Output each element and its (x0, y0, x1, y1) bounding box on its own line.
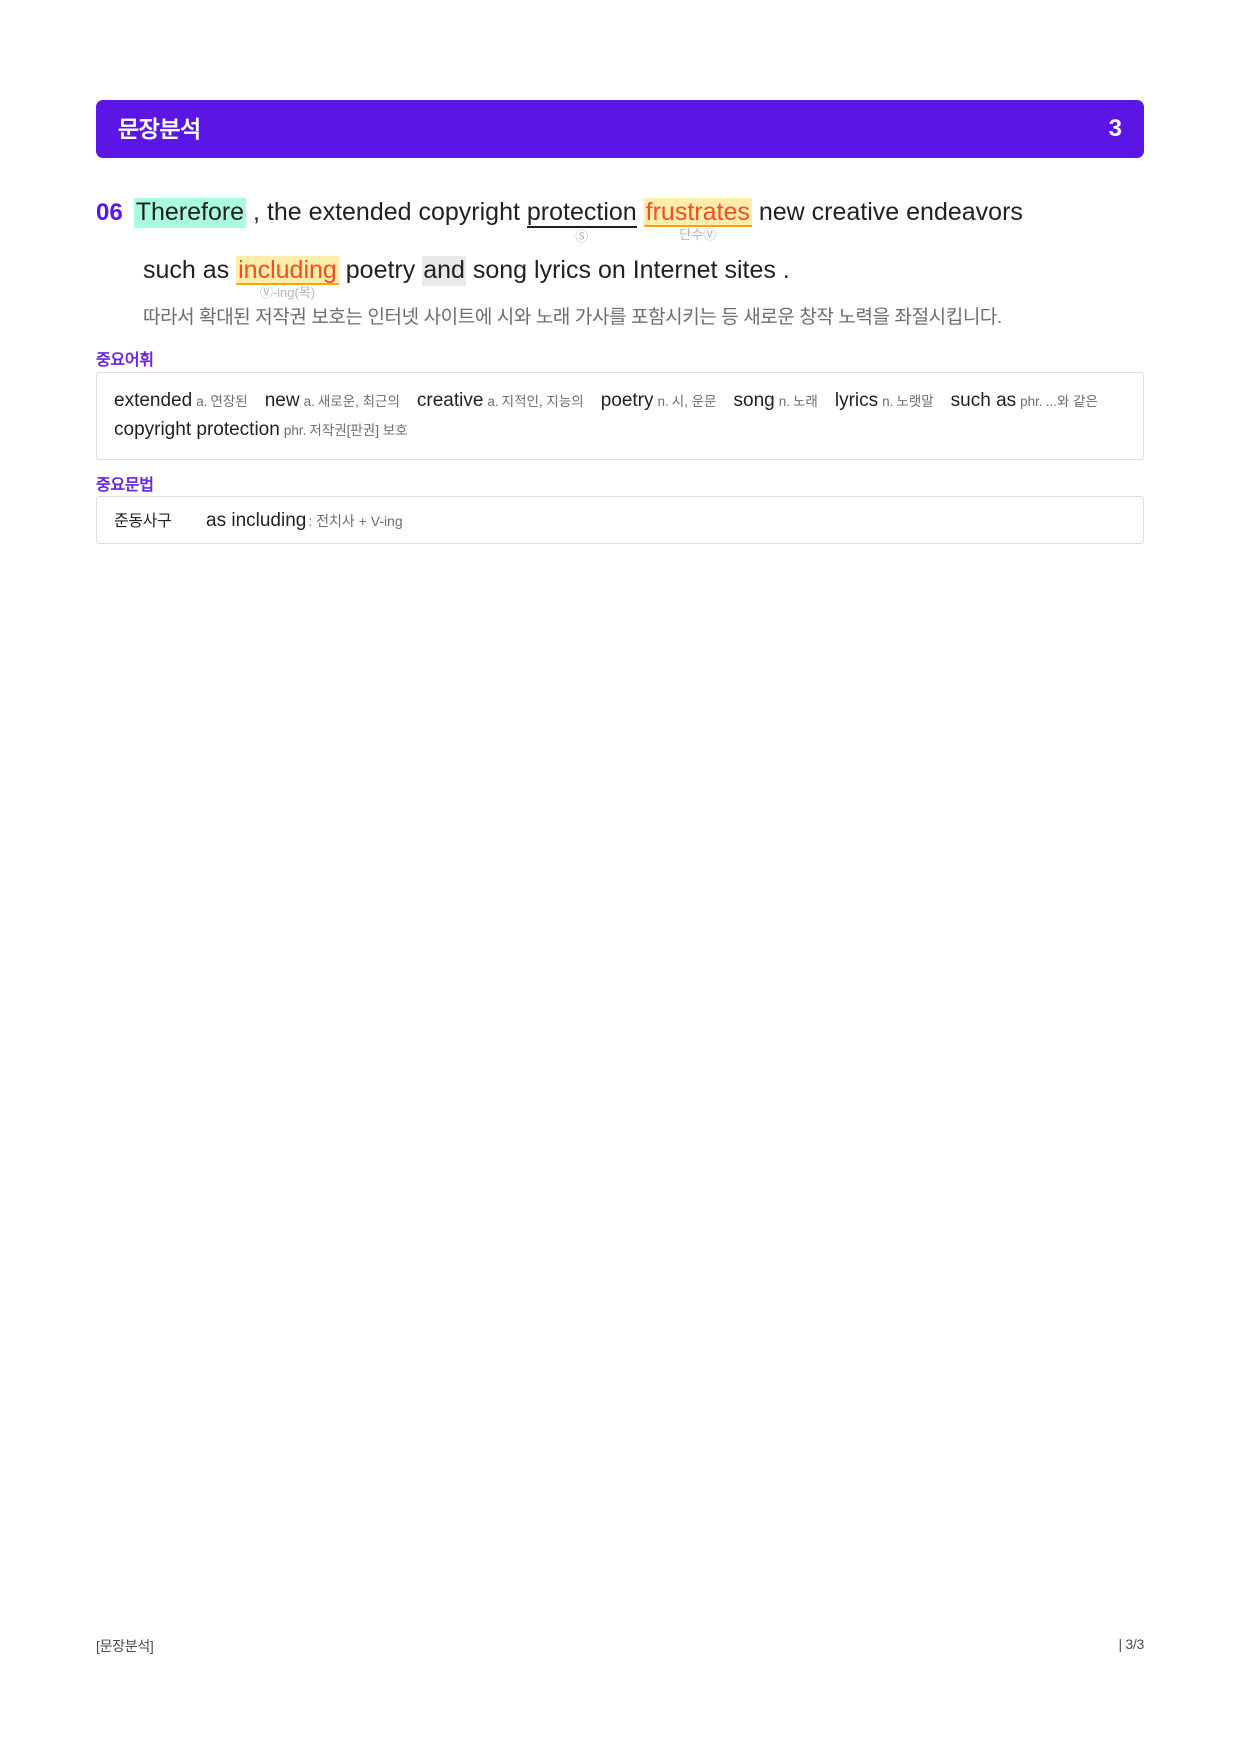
vocabulary-section-label: 중요어휘 (96, 352, 154, 369)
token-comma: , (253, 198, 260, 226)
vocab-pos: n. (657, 394, 669, 409)
annotation-ving-object: Ⓥ-ing(목) (259, 285, 316, 300)
vocab-definition: ...와 같은 (1045, 394, 1098, 409)
token-period: . (782, 256, 790, 284)
token-such: such (143, 256, 196, 284)
vocab-item: such as phr. ...와 같은 (951, 386, 1098, 415)
token-frustrates: frustrates 단수Ⓥ (643, 198, 752, 242)
vocab-pos: phr. (283, 423, 307, 439)
vocab-definition: 연장된 (210, 394, 248, 409)
vocab-definition: 시, 운문 (671, 394, 717, 409)
vocab-term: creative (416, 390, 484, 411)
grammar-panel: 준동사구 as including : 전치사 + V-ing (96, 496, 1144, 544)
vocab-term: extended (114, 390, 193, 411)
vocab-item: new a. 새로운, 최근의 (265, 386, 400, 415)
grammar-section-label: 중요문법 (96, 477, 154, 494)
grammar-item: 준동사구 as including : 전치사 + V-ing (114, 507, 1126, 532)
token-internet: Internet (632, 256, 718, 284)
annotation-subject: Ⓢ (575, 229, 589, 244)
korean-translation: 따라서 확대된 저작권 보호는 인터넷 사이트에 시와 노래 가사를 포함시키는… (143, 307, 1002, 328)
footer-page-indicator: | 3/3 (1118, 1636, 1145, 1652)
page-title: 문장분석 (118, 115, 201, 142)
token-lyrics: lyrics (534, 256, 591, 284)
vocab-pos: a. (303, 394, 315, 409)
vocab-definition: 노래 (793, 394, 818, 409)
vocab-pos: a. (196, 394, 208, 409)
vocab-definition: 노랫말 (896, 394, 934, 409)
token-copyright: copyright (418, 198, 520, 226)
vocab-item: extended a. 연장된 (114, 386, 248, 415)
vocab-item: song n. 노래 (734, 386, 818, 415)
token-sites: sites (724, 256, 776, 284)
vocabulary-panel: extended a. 연장된 new a. 새로운, 최근의 creative a. 지적인,… (96, 372, 1144, 460)
token-creative: creative (811, 198, 900, 226)
vocab-item: lyrics n. 노랫말 (835, 386, 934, 415)
vocabulary-list: extended a. 연장된 new a. 새로운, 최근의 creative a. 지적인,… (114, 386, 1126, 445)
sentence-analysis-block: 06 Therefore , the extended copyright pro… (96, 198, 1144, 314)
token-poetry: poetry (345, 256, 416, 284)
vocab-pos: a. (487, 394, 499, 409)
vocab-term: song (733, 390, 775, 411)
vocab-definition: 저작권[판권] 보호 (309, 423, 408, 439)
token-therefore: Therefore (133, 198, 247, 228)
vocab-term: new (264, 390, 300, 411)
vocab-term: lyrics (834, 390, 879, 411)
grammar-tag: 준동사구 (114, 513, 172, 530)
vocab-term: copyright protection (114, 419, 280, 441)
vocab-pos: n. (882, 394, 894, 409)
sentence-line-1: 06 Therefore , the extended copyright pro… (96, 198, 1144, 256)
vocab-definition: 지적인, 지능의 (501, 394, 584, 409)
vocab-item: copyright protection phr. 저작권[판권] 보호 (114, 415, 408, 444)
token-the: the (266, 198, 302, 226)
footer-left-label: [문장분석] (96, 1638, 154, 1654)
token-endeavors: endeavors (906, 198, 1023, 226)
token-new: new (758, 198, 805, 226)
token-extended: extended (308, 198, 412, 226)
annotation-singular-verb: 단수Ⓥ (679, 227, 717, 242)
token-song: song (472, 256, 528, 284)
token-protection: protection Ⓢ (526, 198, 637, 244)
vocab-definition: 새로운, 최근의 (317, 394, 400, 409)
grammar-term: as including (206, 510, 307, 531)
worksheet-page: 문장분석 3 06 Therefore , the extended copyri… (0, 0, 1240, 1754)
token-as: as (202, 256, 230, 284)
section-header-bar: 문장분석 3 (96, 100, 1144, 158)
grammar-description: : 전치사 + V-ing (308, 513, 403, 529)
sentence-item-number: 06 (96, 199, 123, 226)
token-on: on (597, 256, 626, 284)
vocab-item: creative a. 지적인, 지능의 (417, 386, 584, 415)
vocab-pos: phr. (1020, 394, 1043, 409)
vocab-term: such as (950, 390, 1017, 411)
token-including: including Ⓥ-ing(목) (236, 256, 339, 300)
vocab-pos: n. (778, 394, 791, 409)
vocab-item: poetry n. 시, 운문 (601, 386, 717, 415)
token-and: and (422, 256, 466, 286)
header-page-number: 3 (1108, 115, 1122, 142)
vocab-term: poetry (600, 390, 654, 411)
